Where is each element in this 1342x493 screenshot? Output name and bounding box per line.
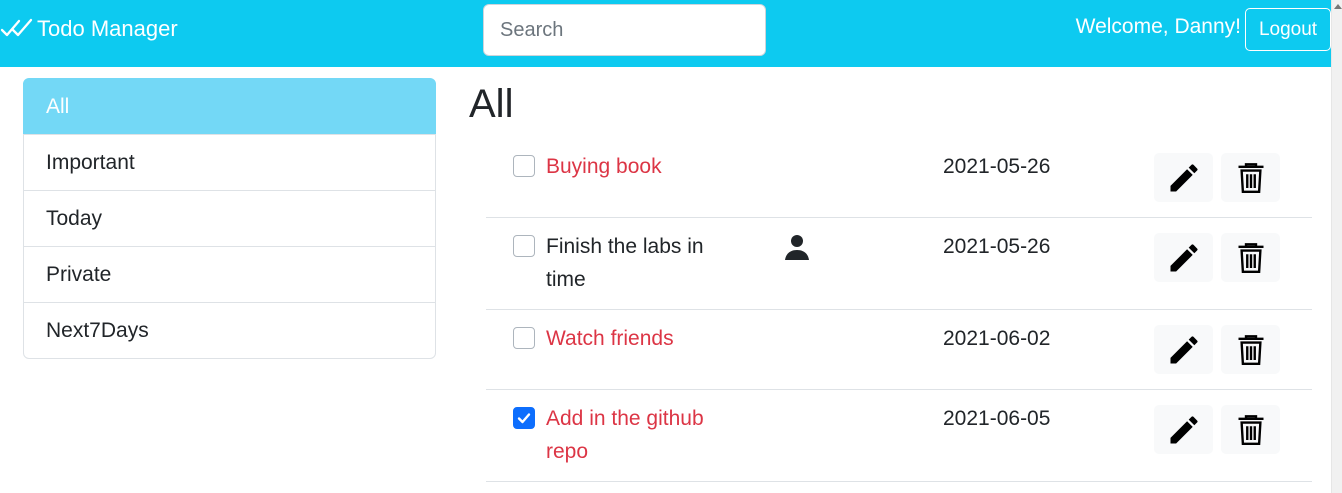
delete-task-button[interactable]: [1221, 153, 1280, 202]
delete-task-button[interactable]: [1221, 325, 1280, 374]
task-description: Add in the github repo: [546, 407, 704, 463]
task-list: Buying book 2021-05-26 Finish the labs i…: [486, 138, 1312, 482]
task-description: Finish the labs in time: [546, 235, 704, 291]
sidebar-item-label: All: [46, 94, 70, 118]
sidebar-item-important[interactable]: Important: [23, 134, 436, 191]
top-navbar: Todo Manager Welcome, Danny! Logout: [0, 0, 1342, 67]
vertical-scrollbar[interactable]: [1331, 0, 1342, 493]
sidebar-item-label: Private: [46, 262, 112, 286]
task-deadline: 2021-06-05: [943, 407, 1051, 430]
task-row: Watch friends 2021-06-02: [486, 310, 1312, 390]
welcome-message: Welcome, Danny!: [1075, 15, 1241, 38]
pencil-icon: [1170, 335, 1198, 363]
edit-task-button[interactable]: [1154, 405, 1213, 454]
task-row: Add in the github repo 2021-06-05: [486, 390, 1312, 482]
search-input[interactable]: [483, 4, 766, 56]
task-checkbox[interactable]: [513, 407, 535, 429]
sidebar-item-label: Today: [46, 206, 103, 230]
sidebar-item-today[interactable]: Today: [23, 190, 436, 247]
todo-manager-page: Todo Manager Welcome, Danny! Logout All …: [0, 0, 1342, 493]
sidebar-item-all[interactable]: All: [23, 78, 436, 135]
task-checkbox[interactable]: [513, 235, 535, 257]
trash-icon: [1238, 242, 1263, 273]
filter-sidebar: All Important Today Private Next7Days: [23, 78, 436, 359]
edit-task-button[interactable]: [1154, 233, 1213, 282]
task-deadline: 2021-05-26: [943, 155, 1051, 178]
task-row: Buying book 2021-05-26: [486, 138, 1312, 218]
task-description: Buying book: [546, 155, 662, 178]
page-title: All: [469, 82, 514, 126]
person-icon: [785, 235, 809, 260]
trash-icon: [1238, 162, 1263, 193]
pencil-icon: [1170, 163, 1198, 191]
check-all-icon: [0, 18, 33, 37]
sidebar-item-label: Next7Days: [46, 318, 149, 342]
task-row: Finish the labs in time 2021-05-26: [486, 218, 1312, 310]
trash-icon: [1238, 414, 1263, 445]
edit-task-button[interactable]: [1154, 325, 1213, 374]
pencil-icon: [1170, 415, 1198, 443]
sidebar-item-private[interactable]: Private: [23, 246, 436, 303]
task-checkbox[interactable]: [513, 327, 535, 349]
trash-icon: [1238, 334, 1263, 365]
delete-task-button[interactable]: [1221, 233, 1280, 282]
brand-title: Todo Manager: [37, 16, 178, 41]
task-description: Watch friends: [546, 327, 674, 350]
logout-button[interactable]: Logout: [1245, 8, 1331, 51]
sidebar-item-next7days[interactable]: Next7Days: [23, 302, 436, 359]
task-checkbox[interactable]: [513, 155, 535, 177]
checkmark-icon: [517, 413, 531, 424]
delete-task-button[interactable]: [1221, 405, 1280, 454]
task-deadline: 2021-05-26: [943, 235, 1051, 258]
edit-task-button[interactable]: [1154, 153, 1213, 202]
scroll-up-arrow-icon[interactable]: [1334, 4, 1342, 9]
sidebar-item-label: Important: [46, 150, 135, 174]
task-deadline: 2021-06-02: [943, 327, 1051, 350]
brand-link[interactable]: Todo Manager: [0, 14, 178, 44]
pencil-icon: [1170, 243, 1198, 271]
